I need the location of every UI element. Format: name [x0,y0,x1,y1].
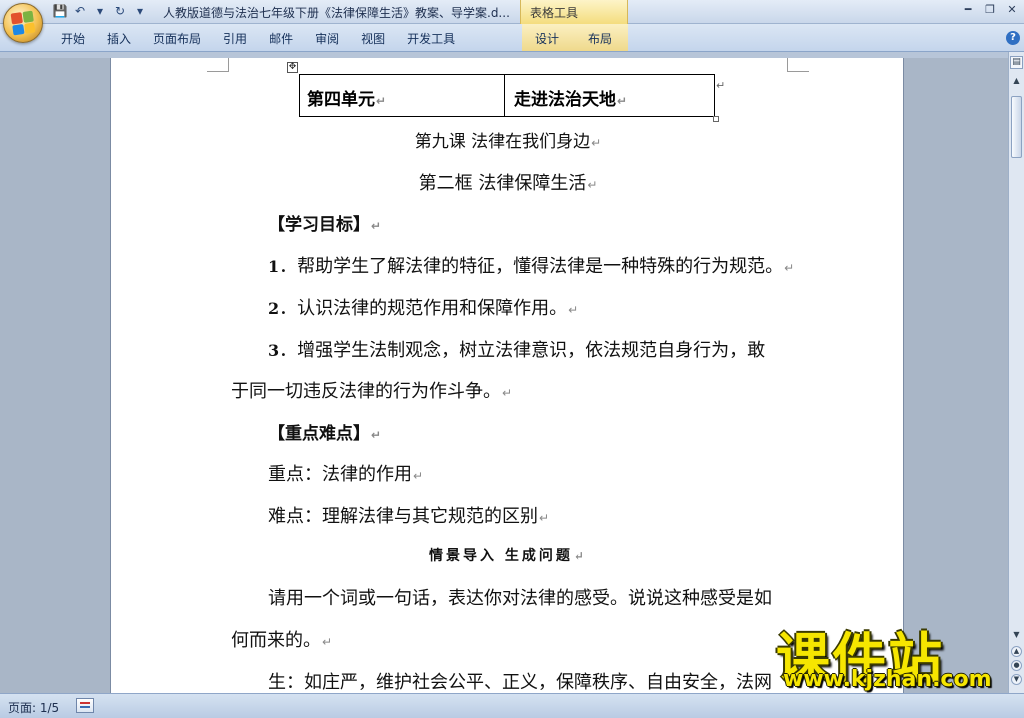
customize-qat-icon[interactable]: ▾ [132,3,148,19]
unit-title: 走进法治天地 [514,90,616,110]
table-tools-context-group: 表格工具 [520,0,628,24]
scene-heading: 情景导入 生成问题↵ [429,548,587,564]
undo-icon[interactable]: ↶ [72,3,88,19]
scroll-down-arrow-icon[interactable]: ▼ [1010,628,1023,642]
previous-page-icon[interactable]: ▲ [1011,646,1022,657]
crop-mark [787,58,809,72]
tab-page-layout[interactable]: 页面布局 [142,30,212,47]
vertical-scrollbar[interactable]: ▤ ▲ ▼ ▲ ● ▼ [1008,52,1024,693]
title-bar: 💾 ↶ ▾ ↻ ▾ 人教版道德与法治七年级下册《法律保障生活》教案、导学案.d.… [0,0,1024,24]
lesson-title: 第九课 法律在我们身边↵ [414,132,602,152]
row-end-mark: ↵ [716,79,726,92]
student-answer: 生：如庄严，维护社会公平、正义，保障秩序、自由安全，法网 [268,672,772,693]
tab-references[interactable]: 引用 [212,30,258,47]
table-resize-handle[interactable] [713,116,719,122]
context-tabs: 设计 布局 [522,24,628,51]
close-icon[interactable]: ✕ [1006,3,1018,16]
status-bar: 页面: 1/5 [0,693,1024,718]
document-area[interactable]: ✥ 第四单元↵ 走进法治天地↵ ↵ 第九课 法律在我们身边↵ 第二框 法律保障生… [0,58,1008,693]
window-title: 人教版道德与法治七年级下册《法律保障生活》教案、导学案.d... [163,6,510,20]
objective-item: 2．认识法律的规范作用和保障作用。↵ [268,298,579,319]
table-cell[interactable]: 第四单元↵ [300,75,505,116]
tab-review[interactable]: 审阅 [304,30,350,47]
frame-title: 第二框 法律保障生活↵ [418,173,598,194]
save-icon[interactable]: 💾 [52,3,68,19]
window-controls: ━ ❐ ✕ [962,3,1018,16]
tab-mailings[interactable]: 邮件 [258,30,304,47]
document-page[interactable]: ✥ 第四单元↵ 走进法治天地↵ ↵ 第九课 法律在我们身边↵ 第二框 法律保障生… [110,58,904,693]
crop-mark [207,58,229,72]
minimize-icon[interactable]: ━ [962,3,974,16]
ribbon-tabs: 开始 插入 页面布局 引用 邮件 审阅 视图 开发工具 [50,30,466,47]
tab-design[interactable]: 设计 [524,30,570,47]
office-button[interactable] [3,3,43,43]
tab-layout[interactable]: 布局 [577,30,623,47]
prompt-text-cont: 何而来的。↵ [231,630,333,651]
scroll-up-arrow-icon[interactable]: ▲ [1010,74,1023,88]
office-logo-icon [10,10,36,36]
restore-icon[interactable]: ❐ [984,3,996,16]
objectives-heading: 【学习目标】↵ [268,215,382,235]
difficulty-point: 难点：理解法律与其它规范的区别↵ [268,506,550,527]
redo-icon[interactable]: ↻ [112,3,128,19]
table-cell[interactable]: 走进法治天地↵ [505,75,714,116]
next-page-icon[interactable]: ▼ [1011,674,1022,685]
help-icon[interactable]: ? [1006,31,1020,45]
objective-item: 1．帮助学生了解法律的特征，懂得法律是一种特殊的行为规范。↵ [268,256,795,277]
quick-access-toolbar: 💾 ↶ ▾ ↻ ▾ [52,3,148,19]
key-point: 重点：法律的作用↵ [268,464,424,485]
scroll-thumb[interactable] [1011,96,1022,158]
proofing-icon[interactable] [76,698,94,713]
table-move-handle-icon[interactable]: ✥ [287,62,298,73]
objective-item: 3．增强学生法制观念，树立法律意识，依法规范自身行为，敢 [268,340,766,361]
tab-developer[interactable]: 开发工具 [396,30,466,47]
ribbon-tab-bar: 开始 插入 页面布局 引用 邮件 审阅 视图 开发工具 设计 布局 ? [0,24,1024,52]
context-group-label: 表格工具 [530,6,579,20]
objective-item-cont: 于同一切违反法律的行为作斗争。↵ [231,381,513,402]
tab-insert[interactable]: 插入 [96,30,142,47]
watermark-url: www.kjzhan.com [783,667,992,692]
key-points-heading: 【重点难点】↵ [268,424,382,444]
unit-table[interactable]: 第四单元↵ 走进法治天地↵ [299,74,715,117]
dropdown-arrow-icon[interactable]: ▾ [92,3,108,19]
tab-home[interactable]: 开始 [50,30,96,47]
page-count[interactable]: 页面: 1/5 [8,699,59,716]
unit-label: 第四单元 [307,90,375,110]
tab-view[interactable]: 视图 [350,30,396,47]
prompt-text: 请用一个词或一句话，表达你对法律的感受。说说这种感受是如 [268,588,772,609]
view-ruler-icon[interactable]: ▤ [1010,56,1023,69]
select-browse-object-icon[interactable]: ● [1011,660,1022,671]
